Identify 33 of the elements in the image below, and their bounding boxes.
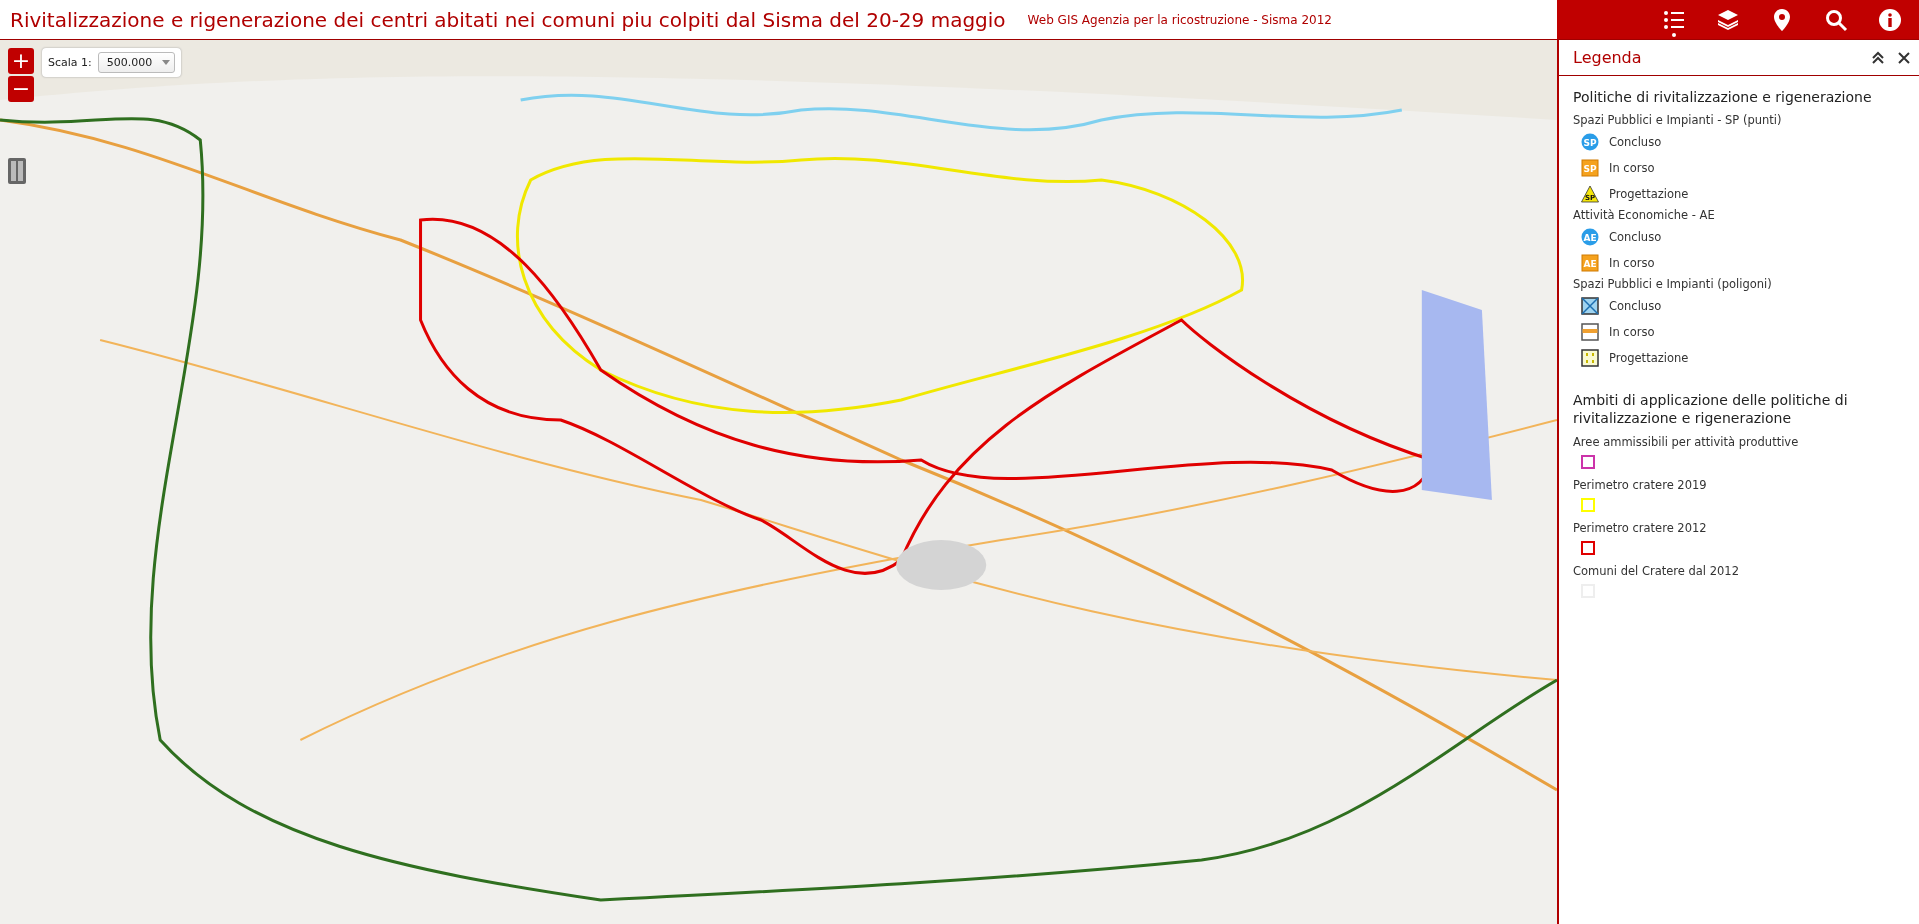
page-subtitle: Web GIS Agenzia per la ricostruzione - Sisma 2012 [1027, 12, 1332, 27]
legend-item-label: In corso [1609, 255, 1655, 270]
legend-heading: Ambiti di applicazione delle politiche di rivitalizzazione e rigenerazione [1573, 391, 1849, 428]
circle-marker-icon: SP [1581, 132, 1599, 151]
scale-dropdown[interactable]: 500.000 [97, 52, 176, 73]
circle-marker-icon: AE [1581, 227, 1599, 246]
legend-item-label: Concluso [1609, 298, 1662, 313]
legend-group-label: Spazi Pubblici e Impianti - SP (punti) [1573, 113, 1783, 128]
legend-heading: Politiche di rivitalizzazione e rigenerazione [1573, 88, 1873, 107]
legend-item-label: Concluso [1609, 229, 1662, 244]
legend-group-label: Comuni del Cratere dal 2012 [1573, 563, 1740, 578]
hatched-square-icon [1581, 296, 1599, 315]
legend-item-label: In corso [1609, 324, 1655, 339]
legend-group-label: Aree ammissibili per attività produttive [1573, 434, 1800, 449]
legend-group-label: Perimetro cratere 2012 [1573, 520, 1708, 535]
square-marker-icon: AE [1581, 253, 1599, 272]
legend-item-label: Progettazione [1609, 186, 1689, 201]
page-title: Rivitalizzazione e rigenerazione dei centri abitati nei comuni piu colpiti dal Sisma del 20-29 maggio [10, 7, 1006, 32]
basemap-icon[interactable] [8, 158, 26, 184]
caret-icon [162, 60, 171, 65]
scale-label: Scala 1: [48, 56, 92, 69]
legend-title: Legenda [1573, 48, 1643, 67]
zoom-in-button[interactable]: + [8, 48, 34, 74]
legend-group-label: Attività Economiche - AE [1573, 208, 1716, 223]
legend-group-label: Perimetro cratere 2019 [1573, 477, 1708, 492]
legend-item-label: Concluso [1609, 134, 1662, 149]
dotted-square-icon [1581, 348, 1599, 367]
square-marker-icon: SP [1581, 158, 1599, 177]
legend-group-label: Spazi Pubblici e Impianti (poligoni) [1573, 277, 1773, 292]
striped-square-icon [1581, 322, 1599, 341]
legend-item-label: Progettazione [1609, 350, 1689, 365]
zoom-out-button[interactable]: − [8, 76, 34, 102]
legend-item-label: In corso [1609, 160, 1655, 175]
